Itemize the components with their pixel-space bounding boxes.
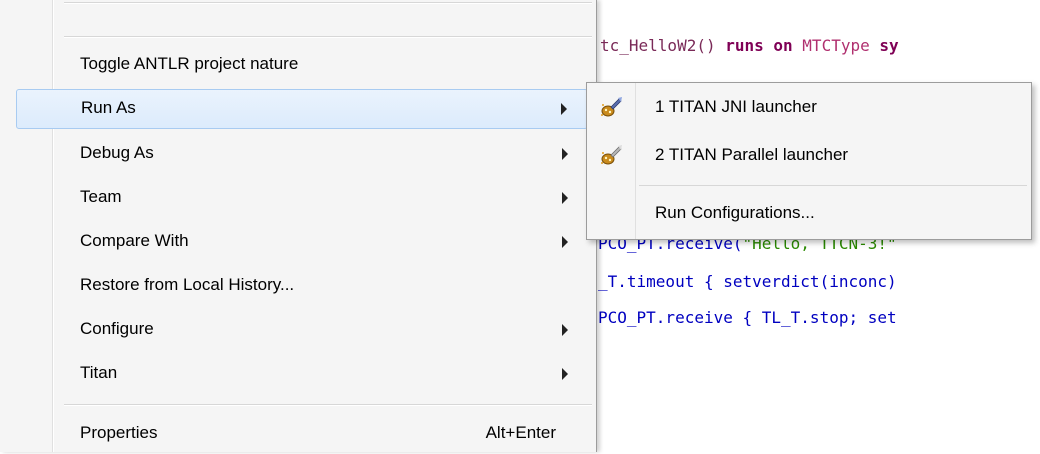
submenu-arrow-icon	[562, 324, 568, 336]
menu-item-label: Team	[80, 187, 122, 206]
submenu-item-label: 2 TITAN Parallel launcher	[655, 145, 849, 164]
menu-item-label: Run As	[81, 98, 136, 117]
submenu-item-titan-parallel-launcher[interactable]: 2 TITAN Parallel launcher	[589, 135, 1027, 175]
menu-item-restore-local-history[interactable]: Restore from Local History...	[16, 266, 588, 306]
titan-parallel-launcher-icon	[599, 143, 623, 167]
submenu-item-label: 1 TITAN JNI launcher	[655, 97, 817, 116]
submenu-arrow-icon	[561, 103, 567, 115]
menu-separator	[639, 185, 1027, 186]
menu-separator	[64, 404, 592, 406]
context-menu: Toggle ANTLR project nature Run As Debug…	[0, 0, 597, 452]
submenu-arrow-icon	[562, 368, 568, 380]
menu-item-label: Debug As	[80, 143, 154, 162]
menu-item-debug-as[interactable]: Debug As	[16, 134, 588, 174]
code-line: _T.timeout { setverdict(inconc)	[598, 272, 897, 291]
submenu-item-label: Run Configurations...	[655, 203, 815, 222]
code-token: MTCType	[802, 36, 880, 55]
menu-item-compare-with[interactable]: Compare With	[16, 222, 588, 262]
code-token: .stop; set	[800, 308, 897, 327]
submenu-item-run-configurations[interactable]: Run Configurations...	[589, 193, 1027, 233]
run-as-submenu: 1 TITAN JNI launcher 2 TITAN Parallel la…	[586, 82, 1032, 240]
menu-item-toggle-antlr[interactable]: Toggle ANTLR project nature	[16, 45, 588, 85]
code-token: setverdict(inconc)	[723, 272, 897, 291]
menu-separator	[64, 2, 592, 4]
submenu-item-titan-jni-launcher[interactable]: 1 TITAN JNI launcher	[589, 87, 1027, 127]
code-token: tc_HelloW2()	[600, 36, 726, 55]
menu-item-team[interactable]: Team	[16, 178, 588, 218]
menu-item-titan[interactable]: Titan	[16, 354, 588, 394]
code-token: .receive {	[655, 308, 762, 327]
code-token: sy	[879, 36, 899, 55]
menu-item-properties[interactable]: Properties Alt+Enter	[16, 414, 588, 454]
menu-separator	[64, 36, 592, 38]
menu-item-label: Compare With	[80, 231, 189, 250]
code-line: PCO_PT.receive { TL_T.stop; set	[598, 308, 897, 327]
code-token: .timeout {	[617, 272, 724, 291]
menu-item-label: Toggle ANTLR project nature	[80, 54, 299, 73]
menu-item-configure[interactable]: Configure	[16, 310, 588, 350]
code-token: PCO_PT	[598, 308, 656, 327]
code-token: _T	[598, 272, 618, 291]
code-token: TL_T	[761, 308, 801, 327]
menu-item-label: Titan	[80, 363, 118, 382]
menu-item-accelerator: Alt+Enter	[485, 423, 556, 442]
menu-item-label: Restore from Local History...	[80, 275, 295, 294]
menu-item-run-as[interactable]: Run As	[16, 89, 588, 129]
code-token: runs on	[725, 36, 803, 55]
submenu-arrow-icon	[562, 236, 568, 248]
code-line: tc_HelloW2() runs on MTCType sy	[600, 36, 899, 55]
submenu-arrow-icon	[562, 148, 568, 160]
submenu-arrow-icon	[562, 192, 568, 204]
titan-launcher-icon	[599, 95, 623, 119]
menu-item-label: Configure	[80, 319, 154, 338]
menu-item-label: Properties	[80, 423, 158, 442]
